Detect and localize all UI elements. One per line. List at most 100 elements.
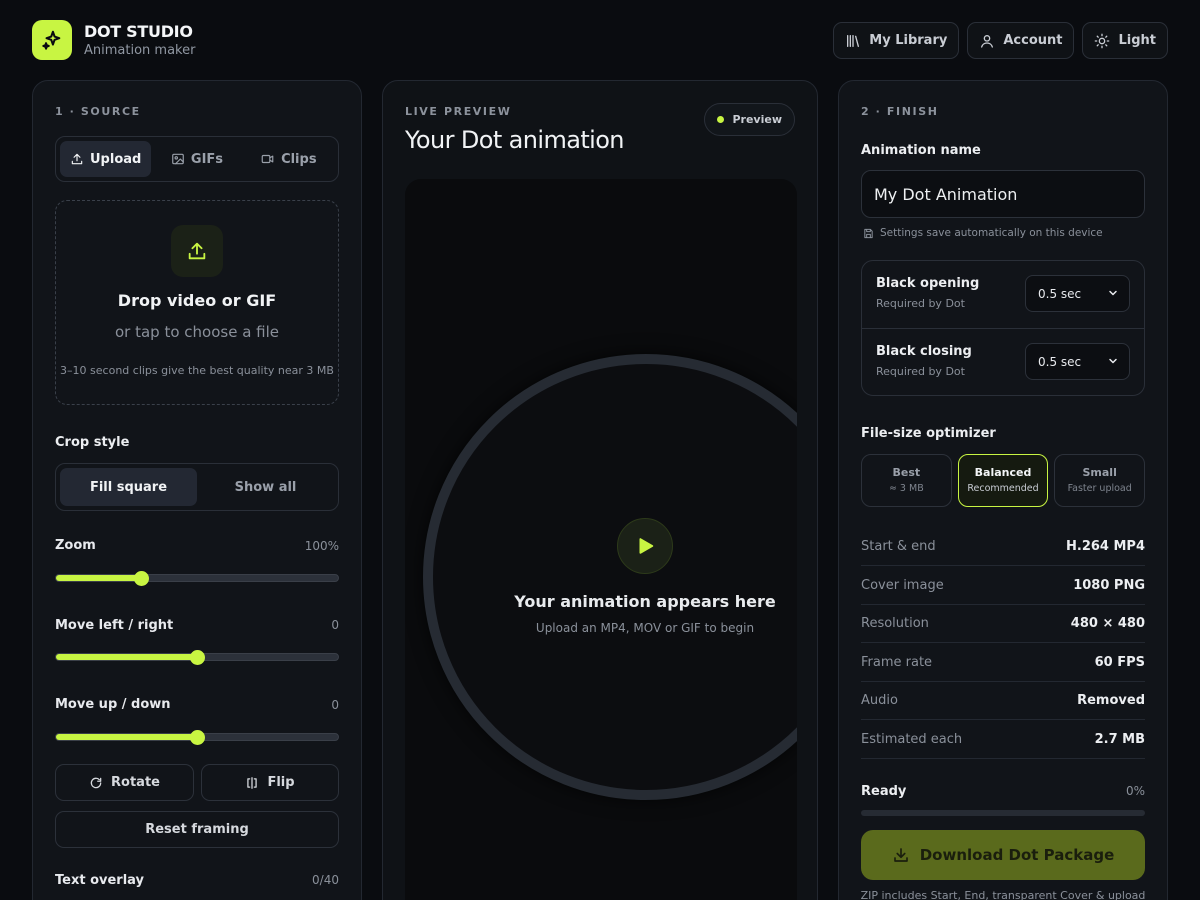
move-y-slider-handle[interactable]	[190, 730, 205, 745]
optimizer-small-label: Small	[1082, 466, 1117, 479]
move-x-slider-handle[interactable]	[190, 650, 205, 665]
black-closing-sub: Required by Dot	[876, 365, 965, 378]
move-x-value: 0	[331, 618, 339, 632]
spec-row: Resolution 480 × 480	[861, 605, 1145, 643]
move-x-slider[interactable]	[55, 650, 339, 665]
black-opening-row: Black opening Required by Dot 0.5 sec	[862, 261, 1144, 329]
download-label: Download Dot Package	[919, 846, 1115, 864]
tab-upload-label: Upload	[90, 151, 142, 167]
preview-title: Your Dot animation	[405, 126, 625, 154]
optimizer-label: File-size optimizer	[861, 426, 996, 441]
black-closing-value: 0.5 sec	[1038, 354, 1082, 369]
black-bars-settings: Black opening Required by Dot 0.5 sec Bl…	[861, 260, 1145, 396]
tab-gifs-label: GIFs	[190, 151, 224, 167]
animation-name-input[interactable]	[861, 170, 1145, 218]
spec-row: Estimated each 2.7 MB	[861, 721, 1145, 759]
account-button[interactable]: Account	[967, 22, 1075, 59]
black-opening-sub: Required by Dot	[876, 297, 965, 310]
optimizer-best[interactable]: Best ≈ 3 MB	[861, 454, 952, 507]
rotate-button[interactable]: Rotate	[55, 764, 194, 801]
zip-note: ZIP includes Start, End, transparent Cov…	[860, 889, 1146, 900]
black-closing-row: Black closing Required by Dot 0.5 sec	[862, 328, 1144, 396]
zoom-label: Zoom	[55, 538, 96, 553]
spec-row: Audio Removed	[861, 682, 1145, 720]
dropzone-hint: 3–10 second clips give the best quality …	[60, 364, 334, 377]
account-label: Account	[1003, 33, 1063, 48]
zoom-slider[interactable]	[55, 571, 339, 586]
chevron-down-icon	[1109, 290, 1117, 296]
crop-style-toggle: Fill square Show all	[55, 463, 339, 511]
ready-label: Ready	[861, 784, 907, 799]
optimizer-best-label: Best	[892, 466, 921, 479]
optimizer-balanced-sub: Recommended	[967, 483, 1039, 494]
my-library-label: My Library	[869, 33, 948, 48]
brand-subtitle: Animation maker	[84, 43, 196, 58]
black-closing-select[interactable]: 0.5 sec	[1025, 343, 1130, 380]
rotate-icon	[90, 777, 102, 788]
preview-eyebrow: LIVE PREVIEW	[405, 105, 512, 118]
spec-value: 2.7 MB	[1094, 732, 1145, 747]
my-library-button[interactable]: My Library	[833, 22, 960, 59]
status-dot-icon	[717, 116, 725, 123]
play-icon	[639, 538, 654, 554]
brand-title: DOT STUDIO	[84, 22, 193, 41]
play-button[interactable]	[617, 518, 673, 574]
tab-clips-label: Clips	[281, 151, 317, 167]
reset-framing-button[interactable]: Reset framing	[55, 811, 339, 848]
ready-progress-bar	[861, 810, 1145, 816]
animation-name-label: Animation name	[861, 143, 981, 158]
theme-toggle-button[interactable]: Light	[1082, 22, 1168, 59]
user-icon	[981, 34, 994, 48]
text-overlay-label: Text overlay	[55, 873, 145, 888]
optimizer-options: Best ≈ 3 MB Balanced Recommended Small F…	[861, 454, 1146, 507]
crop-fill-square[interactable]: Fill square	[60, 468, 197, 506]
preview-stage[interactable]: Your animation appears here Upload an MP…	[405, 179, 797, 900]
tab-upload[interactable]: Upload	[60, 141, 152, 177]
download-package-button[interactable]: Download Dot Package	[861, 830, 1145, 880]
spec-row: Frame rate 60 FPS	[861, 644, 1145, 682]
spec-key: Frame rate	[861, 655, 933, 670]
top-bar: DOT STUDIO Animation maker My Library Ac…	[32, 20, 1168, 60]
spec-value: H.264 MP4	[1066, 539, 1145, 554]
save-note: Settings save automatically on this devi…	[863, 227, 1103, 239]
chevron-down-icon	[1109, 358, 1117, 364]
stage-title: Your animation appears here	[514, 592, 776, 611]
move-y-label: Move up / down	[55, 697, 171, 712]
finish-panel: 2 · FINISH Animation name Settings save …	[838, 80, 1168, 900]
preview-badge: Preview	[704, 103, 795, 136]
spec-key: Start & end	[861, 539, 936, 554]
source-eyebrow: 1 · SOURCE	[55, 105, 141, 118]
crop-show-all[interactable]: Show all	[197, 468, 334, 506]
upload-dropzone[interactable]: Drop video or GIF or tap to choose a fil…	[55, 200, 339, 405]
dropzone-subtitle: or tap to choose a file	[114, 323, 280, 341]
dot-display-circle	[423, 354, 797, 800]
black-opening-value: 0.5 sec	[1038, 286, 1082, 301]
tab-gifs[interactable]: GIFs	[151, 141, 242, 177]
sparkle-logo-icon	[32, 20, 72, 60]
flip-button[interactable]: Flip	[201, 764, 339, 801]
flip-icon	[247, 776, 258, 789]
spec-row: Cover image 1080 PNG	[861, 567, 1145, 605]
preview-panel: LIVE PREVIEW Your Dot animation Preview …	[382, 80, 818, 900]
optimizer-balanced-label: Balanced	[974, 466, 1032, 479]
spec-key: Audio	[861, 693, 898, 708]
black-opening-select[interactable]: 0.5 sec	[1025, 275, 1130, 312]
spec-value: 1080 PNG	[1073, 578, 1145, 593]
stage-subtitle: Upload an MP4, MOV or GIF to begin	[535, 621, 755, 635]
move-x-label: Move left / right	[55, 618, 174, 633]
crop-style-label: Crop style	[55, 435, 130, 450]
library-icon	[847, 34, 860, 47]
video-icon	[261, 154, 274, 164]
optimizer-small-sub: Faster upload	[1067, 483, 1132, 494]
tab-clips[interactable]: Clips	[243, 141, 334, 177]
optimizer-small[interactable]: Small Faster upload	[1054, 454, 1146, 507]
theme-label: Light	[1118, 33, 1156, 48]
spec-key: Resolution	[861, 616, 929, 631]
zoom-slider-handle[interactable]	[133, 571, 149, 586]
optimizer-balanced[interactable]: Balanced Recommended	[957, 454, 1049, 507]
move-y-slider[interactable]	[55, 730, 339, 745]
black-closing-title: Black closing	[876, 344, 972, 359]
move-y-value: 0	[331, 698, 339, 712]
zoom-value: 100%	[304, 539, 339, 553]
spec-value: 480 × 480	[1070, 616, 1145, 631]
